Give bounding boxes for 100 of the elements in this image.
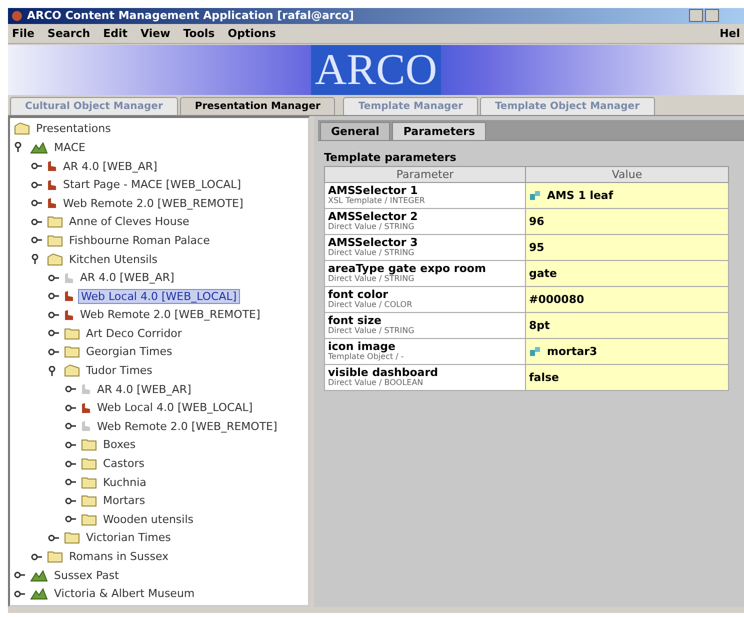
expand-handle-icon[interactable] (14, 570, 26, 580)
tab[interactable]: General (320, 122, 390, 140)
value-text[interactable]: mortar3 (547, 344, 598, 358)
tab[interactable]: Parameters (392, 122, 486, 140)
folder-icon (81, 438, 97, 452)
section-title: Template parameters (324, 150, 458, 164)
tree-item[interactable]: Kitchen Utensils (67, 252, 160, 266)
landscape-icon (30, 568, 48, 582)
parameter-name: areaType gate expo room (328, 263, 487, 274)
tree-item[interactable]: Web Remote 2.0 [WEB_REMOTE] (61, 196, 246, 210)
folder-icon (81, 512, 97, 526)
tree-item[interactable]: Art Deco Corridor (84, 326, 184, 340)
parameter-type: XSL Template / INTEGER (328, 196, 426, 206)
expand-handle-icon[interactable] (48, 291, 60, 302)
folder-icon (64, 531, 80, 544)
menu-item[interactable]: Tools (183, 26, 215, 40)
expand-handle-icon[interactable] (65, 384, 77, 394)
expand-handle-icon[interactable] (48, 346, 60, 357)
tree-item[interactable]: Romans in Sussex (67, 550, 171, 563)
tree-item[interactable]: Kuchnia (101, 476, 148, 489)
tree-item[interactable]: Tudor Times (84, 364, 154, 378)
landscape-icon (30, 140, 48, 154)
value-text[interactable]: false (529, 370, 559, 384)
cubes-icon (529, 346, 541, 357)
folder-icon (47, 234, 63, 247)
value-text[interactable]: 8pt (529, 318, 550, 332)
tree-item[interactable]: Castors (101, 457, 146, 470)
parameter-name: AMSSelector 1 (328, 185, 418, 196)
open-folder-icon (47, 252, 63, 266)
open-folder-icon (64, 364, 80, 378)
tree-item[interactable]: Boxes (101, 438, 138, 452)
tree-item[interactable]: Web Remote 2.0 [WEB_REMOTE] (78, 308, 262, 322)
expand-handle-icon[interactable] (65, 496, 77, 506)
expand-handle-icon[interactable] (65, 477, 77, 488)
expand-handle-icon[interactable] (48, 310, 60, 320)
tree-item[interactable]: AR 4.0 [WEB_AR] (61, 160, 160, 173)
expand-handle-icon[interactable] (65, 458, 77, 469)
tree-item[interactable]: Georgian Times (84, 345, 174, 358)
maximize-button[interactable] (705, 9, 719, 22)
column-header: Value (526, 166, 728, 182)
minimize-button[interactable] (689, 9, 703, 22)
parameter-type: Template Object / - (328, 352, 405, 362)
menu-item[interactable]: Options (228, 26, 276, 40)
expand-handle-icon[interactable] (48, 272, 60, 283)
parameter-type: Direct Value / STRING (328, 326, 416, 336)
parameter-name: AMSSelector 2 (328, 211, 419, 222)
menu-item[interactable]: Hel (720, 26, 740, 40)
parameter-name: icon image (328, 341, 396, 352)
menu-item[interactable]: File (12, 26, 35, 40)
menu-item[interactable]: Edit (103, 26, 128, 40)
landscape-icon (30, 587, 48, 600)
expand-handle-icon[interactable] (65, 421, 77, 432)
tree-item[interactable]: Web Remote 2.0 [WEB_REMOTE] (95, 420, 280, 433)
folder-icon (81, 476, 97, 489)
tree-item[interactable]: AR 4.0 [WEB_AR] (95, 382, 194, 396)
tree-item[interactable]: Web Local 4.0 [WEB_LOCAL] (78, 288, 240, 304)
expand-handle-icon[interactable] (48, 532, 60, 543)
expand-handle-icon[interactable] (31, 552, 43, 562)
expand-handle-icon[interactable] (14, 588, 26, 599)
expand-handle-icon[interactable] (48, 328, 60, 338)
value-text[interactable]: gate (529, 266, 558, 280)
tree-item[interactable]: Victoria & Albert Museum (52, 587, 197, 600)
tree-item[interactable]: Anne of Cleves House (67, 215, 192, 228)
tab[interactable]: Presentation Manager (180, 96, 336, 115)
value-text[interactable]: 95 (529, 240, 544, 254)
expand-handle-icon[interactable] (31, 235, 43, 246)
parameter-type: Direct Value / STRING (328, 274, 414, 284)
value-text[interactable]: AMS 1 leaf (547, 188, 614, 202)
tree-item[interactable]: Sussex Past (52, 568, 121, 582)
tree-item[interactable]: Victorian Times (84, 531, 173, 544)
tree-item[interactable]: MACE (52, 140, 88, 154)
tree-item[interactable]: Fishbourne Roman Palace (67, 234, 212, 247)
expand-handle-icon[interactable] (31, 216, 43, 227)
expand-handle-icon[interactable] (31, 180, 43, 190)
expand-handle-icon[interactable] (65, 440, 77, 450)
tree-item[interactable]: Mortars (101, 494, 148, 508)
logo: ARCO (310, 44, 442, 95)
tree-item[interactable]: Start Page - MACE [WEB_LOCAL] (61, 178, 244, 192)
parameter-name: font color (328, 289, 388, 300)
value-text[interactable]: #000080 (529, 292, 584, 306)
expand-handle-icon[interactable] (65, 514, 77, 524)
folder-icon (81, 457, 97, 470)
tree-item[interactable]: Web Local 4.0 [WEB_LOCAL] (95, 401, 255, 414)
folder-icon (81, 494, 97, 508)
expand-handle-icon[interactable] (31, 198, 43, 208)
value-text[interactable]: 96 (529, 214, 544, 228)
tree-item[interactable]: Wooden utensils (101, 512, 196, 526)
tree-item[interactable]: Presentations (34, 122, 113, 136)
tree-item[interactable]: AR 4.0 [WEB_AR] (78, 271, 176, 284)
folder-icon (64, 345, 80, 358)
menu-item[interactable]: Search (48, 26, 90, 40)
app-icon (11, 10, 23, 22)
folder-icon (64, 326, 80, 340)
folder-icon (47, 215, 63, 228)
expand-handle-icon[interactable] (65, 402, 77, 413)
parameter-type: Direct Value / STRING (328, 222, 416, 232)
column-header: Parameter (324, 166, 526, 182)
expand-handle-icon[interactable] (31, 161, 43, 172)
menu-item[interactable]: View (140, 26, 170, 40)
parameter-name: font size (328, 315, 382, 326)
